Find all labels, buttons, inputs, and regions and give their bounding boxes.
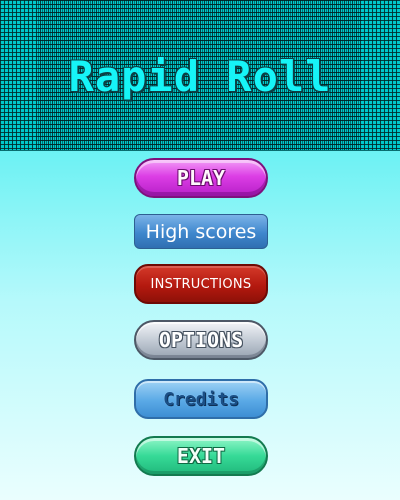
- high-scores-button-label: High scores: [145, 220, 257, 243]
- play-button[interactable]: PLAY: [134, 158, 268, 198]
- play-button-label: PLAY: [176, 166, 226, 190]
- options-button-label: OPTIONS: [158, 328, 244, 352]
- credits-button[interactable]: Credits: [134, 379, 268, 419]
- high-scores-button[interactable]: High scores: [134, 214, 268, 249]
- game-title: Rapid Roll: [68, 52, 332, 101]
- instructions-button[interactable]: INSTRUCTIONS: [134, 264, 268, 304]
- instructions-button-label: INSTRUCTIONS: [150, 276, 252, 292]
- exit-button-label: EXIT: [176, 444, 226, 468]
- title-banner: Rapid Roll: [0, 0, 400, 151]
- options-button[interactable]: OPTIONS: [134, 320, 268, 360]
- credits-button-label: Credits: [163, 388, 239, 410]
- exit-button[interactable]: EXIT: [134, 436, 268, 476]
